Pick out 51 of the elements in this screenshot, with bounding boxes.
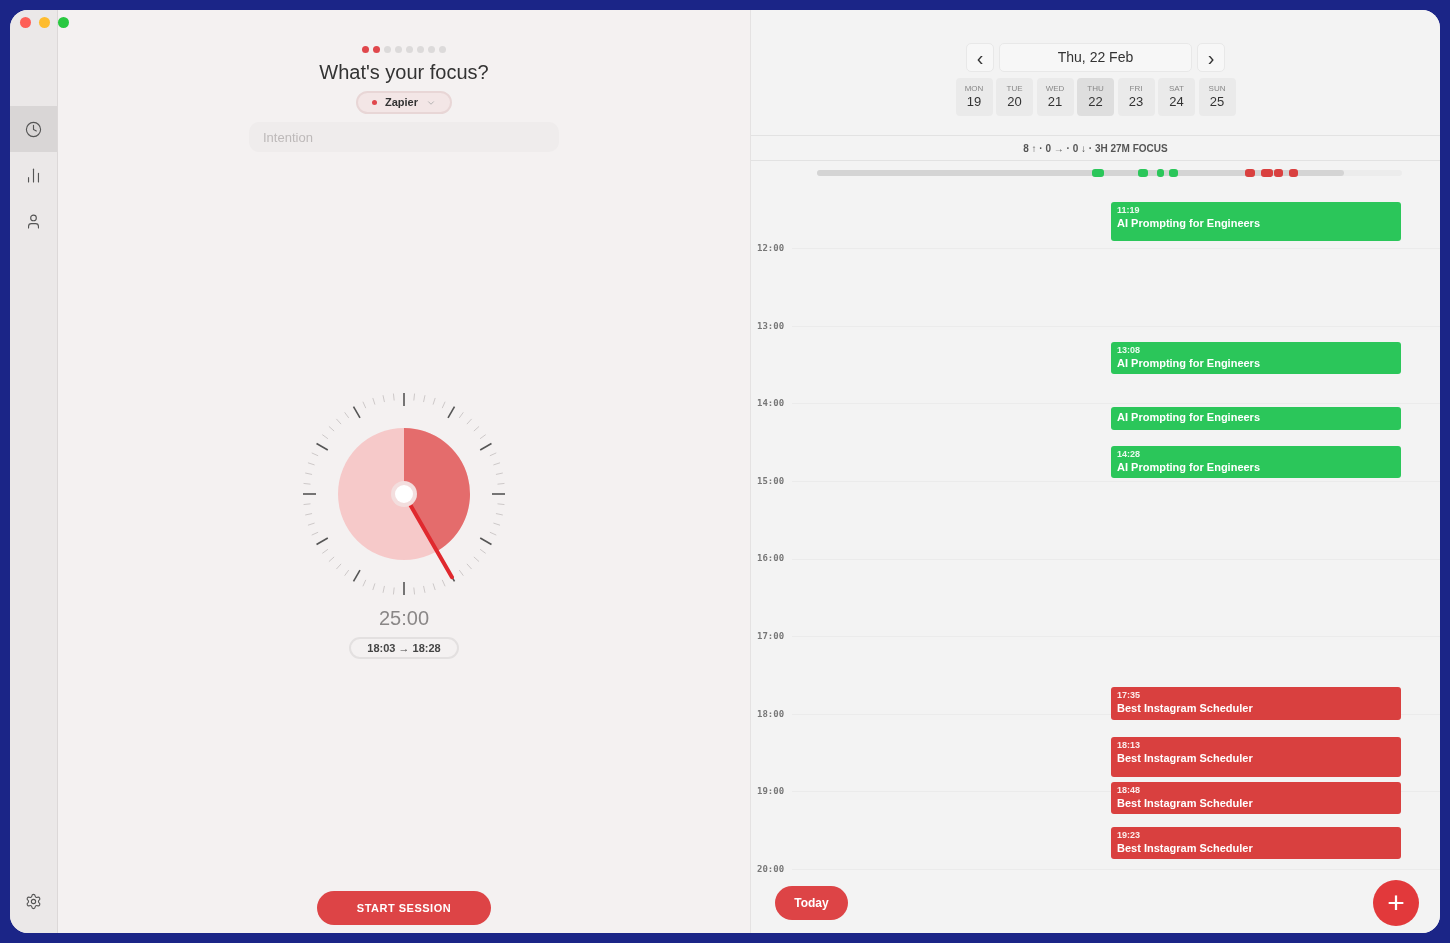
- event-time: 18:48: [1117, 785, 1142, 796]
- next-button[interactable]: ›: [1197, 43, 1225, 72]
- add-button[interactable]: +: [1373, 880, 1419, 926]
- day-tab[interactable]: SUN 25: [1198, 78, 1236, 116]
- day-tab[interactable]: FRI 23: [1117, 78, 1155, 116]
- event-time: 19:23: [1117, 830, 1142, 841]
- sidebar-item[interactable]: [10, 106, 57, 152]
- calendar-event[interactable]: 19:23 Best Instagram Scheduler: [1111, 827, 1401, 859]
- event-title: AI Prompting for Engineers: [1117, 460, 1261, 475]
- bar-chart-icon: [25, 166, 42, 184]
- day-tab[interactable]: SAT 24: [1158, 78, 1195, 116]
- event-title: Best Instagram Scheduler: [1117, 701, 1254, 716]
- hour-label: 18:00: [757, 707, 785, 721]
- hour-label: 16:00: [757, 552, 785, 566]
- hour-label: 17:00: [757, 630, 785, 643]
- day-tab[interactable]: THU 22: [1077, 78, 1114, 116]
- day-tab[interactable]: MON 19: [955, 78, 993, 116]
- time-range-pill: 18:03 → 18:28: [349, 637, 459, 659]
- today-button[interactable]: Today: [775, 886, 848, 920]
- day-tab[interactable]: WED 21: [1036, 78, 1074, 116]
- date-field[interactable]: Thu, 22 Feb: [999, 43, 1192, 72]
- day-summary: 8 ↑ · 0 → · 0 ↓ · 3H 27M FOCUS: [751, 136, 1440, 161]
- previous-button[interactable]: ‹: [966, 43, 994, 72]
- focus-title: What's your focus?: [319, 60, 489, 85]
- event-time: 13:08: [1117, 345, 1142, 356]
- event-time: 17:35: [1117, 690, 1142, 701]
- hour-label: 14:00: [757, 397, 785, 411]
- start-session-button[interactable]: START SESSION: [317, 891, 491, 925]
- event-time: 14:28: [1117, 449, 1142, 460]
- event-time: 18:13: [1117, 740, 1142, 751]
- event-time: 11:19: [1117, 205, 1141, 216]
- calendar-event[interactable]: 18:13 Best Instagram Scheduler: [1111, 737, 1401, 777]
- user-icon: [25, 212, 42, 230]
- hour-label: 20:00: [757, 862, 785, 876]
- day-tab[interactable]: TUE 20: [996, 78, 1033, 116]
- event-title: Best Instagram Scheduler: [1117, 796, 1254, 811]
- event-title: AI Prompting for Engineers: [1117, 216, 1261, 231]
- hour-label: 12:00: [757, 242, 785, 255]
- event-title: AI Prompting for Engineers: [1117, 410, 1261, 425]
- project-dropdown[interactable]: Zapier: [356, 91, 452, 114]
- hour-label: 19:00: [757, 785, 785, 799]
- calendar-event[interactable]: 17:35 Best Instagram Scheduler: [1111, 687, 1401, 720]
- calendar-event[interactable]: 18:48 Best Instagram Scheduler: [1111, 782, 1401, 814]
- duration-text: 25:00: [378, 606, 430, 630]
- event-title: Best Instagram Scheduler: [1117, 751, 1254, 766]
- settings-icon: [25, 892, 42, 910]
- hour-label: 15:00: [757, 474, 785, 488]
- event-title: Best Instagram Scheduler: [1117, 841, 1254, 856]
- hour-label: 13:00: [757, 319, 785, 333]
- clock-icon: [25, 120, 42, 138]
- event-title: AI Prompting for Engineers: [1117, 356, 1261, 371]
